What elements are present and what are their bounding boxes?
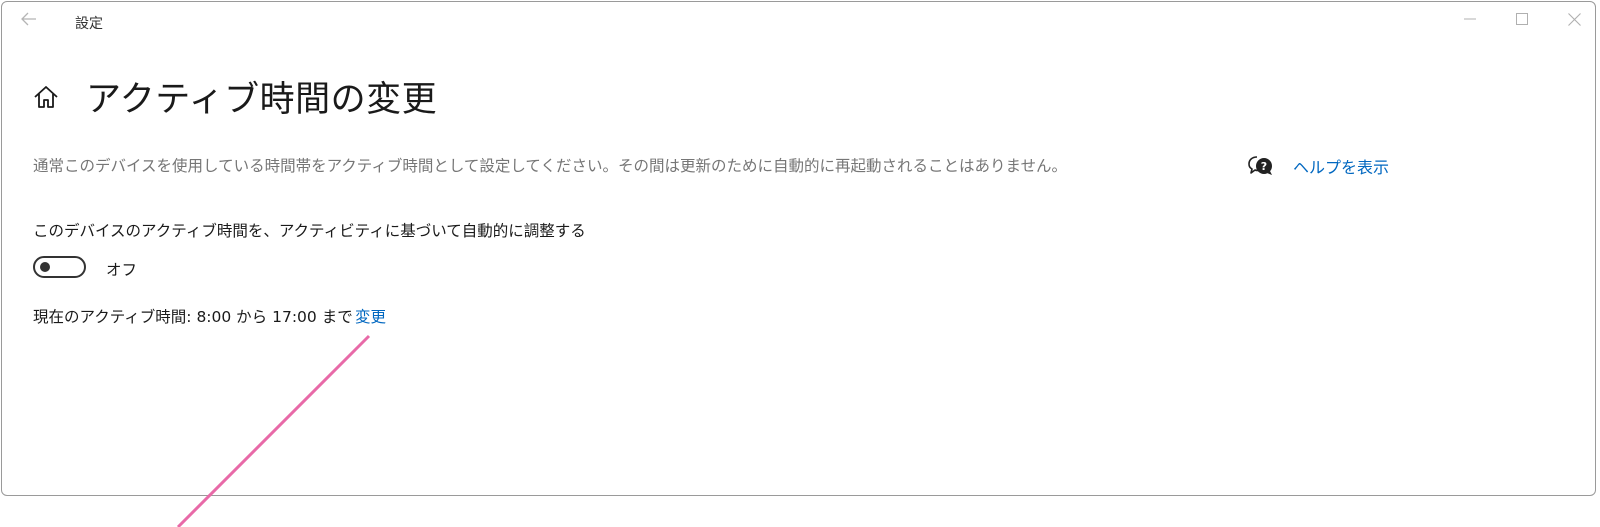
minimize-icon xyxy=(1464,18,1476,20)
page-description: 通常このデバイスを使用している時間帯をアクティブ時間として設定してください。その… xyxy=(33,157,1068,175)
maximize-button[interactable] xyxy=(1502,6,1542,32)
svg-text:?: ? xyxy=(1261,160,1267,173)
help-chat-icon: ? xyxy=(1248,156,1272,175)
help-link[interactable]: ヘルプを表示 xyxy=(1293,154,1389,178)
page-title: アクティブ時間の変更 xyxy=(86,80,438,120)
close-button[interactable] xyxy=(1554,6,1594,32)
settings-window: 設定 アクティブ時間の変更 通常このデバイスを使用している時間帯をアクティブ時間… xyxy=(1,1,1596,496)
toggle-state-label: オフ xyxy=(106,261,138,279)
home-button[interactable] xyxy=(31,82,61,112)
home-icon xyxy=(34,86,58,108)
change-link[interactable]: 変更 xyxy=(355,305,386,327)
maximize-icon xyxy=(1516,13,1528,25)
back-button[interactable] xyxy=(14,6,44,32)
close-icon xyxy=(1567,12,1581,26)
auto-adjust-label: このデバイスのアクティブ時間を、アクティビティに基づいて自動的に調整する xyxy=(33,222,586,240)
help-icon-wrapper[interactable]: ? xyxy=(1248,155,1274,177)
back-arrow-icon xyxy=(21,12,36,26)
current-active-hours: 現在のアクティブ時間: 8:00 から 17:00 まで xyxy=(33,308,353,326)
toggle-knob xyxy=(40,262,50,272)
app-title: 設定 xyxy=(75,16,103,32)
title-bar: 設定 xyxy=(2,2,1595,40)
auto-adjust-toggle[interactable] xyxy=(33,256,86,278)
minimize-button[interactable] xyxy=(1450,6,1490,32)
